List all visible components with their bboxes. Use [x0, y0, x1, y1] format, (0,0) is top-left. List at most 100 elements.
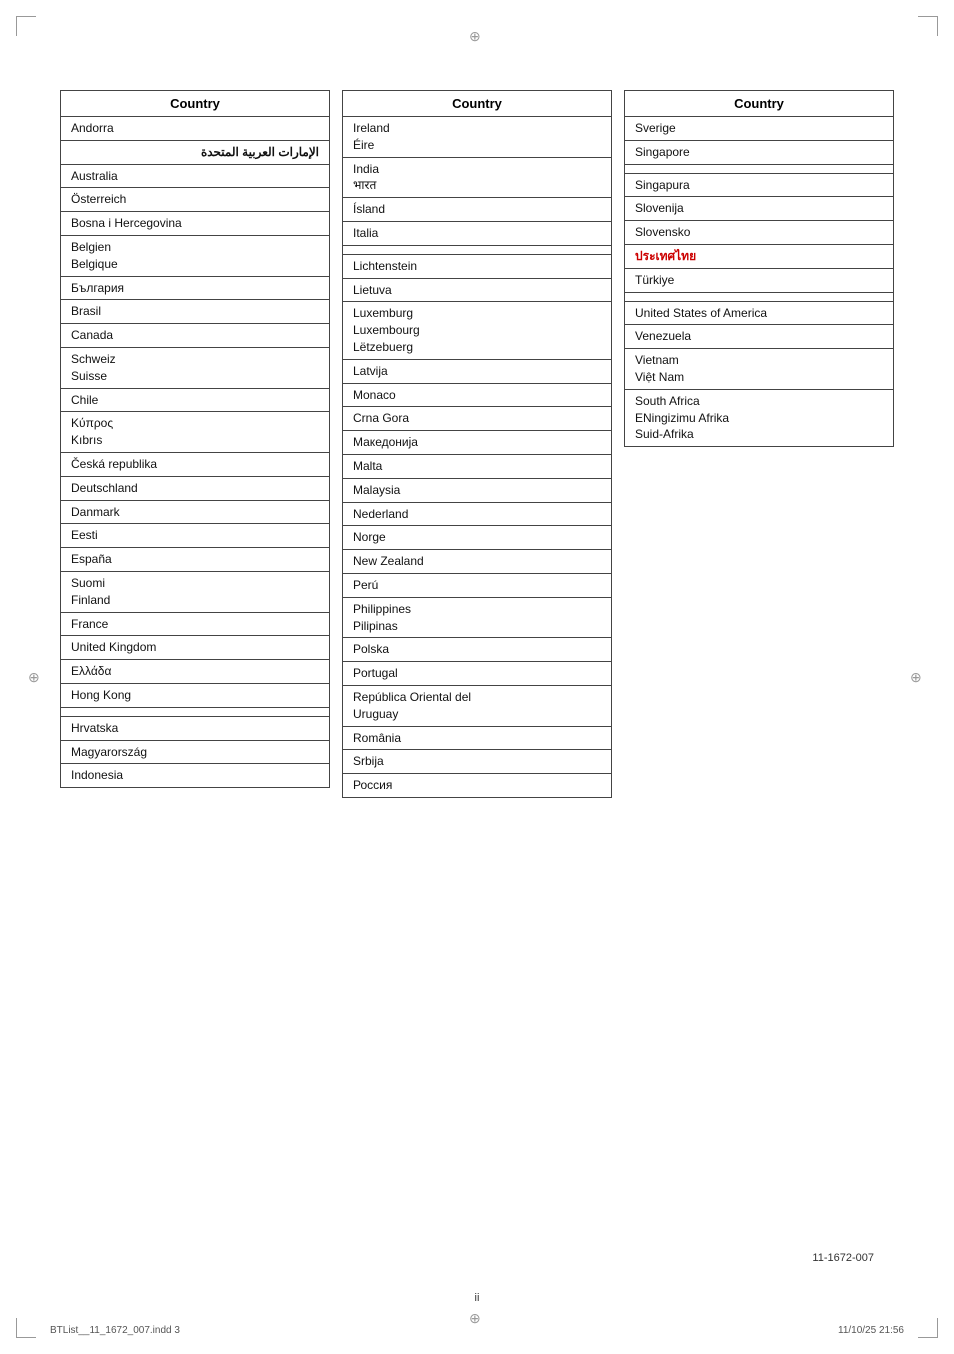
table-row: Perú [343, 573, 612, 597]
table-row: España [61, 548, 330, 572]
table-cell: Hong Kong [61, 683, 330, 707]
corner-mark-tr [918, 16, 938, 36]
table-row: Ελλάδα [61, 660, 330, 684]
table-row: Portugal [343, 662, 612, 686]
table-cell: LuxemburgLuxembourgLëtzebuerg [343, 302, 612, 359]
table-cell: Andorra [61, 117, 330, 141]
table-cell: Malta [343, 454, 612, 478]
table-cell: Malaysia [343, 478, 612, 502]
tables-container: CountryAndorraالإمارات العربية المتحدةAu… [60, 90, 894, 798]
table-row: Srbija [343, 750, 612, 774]
table-row: Slovenija [625, 197, 894, 221]
table-cell: VietnamViệt Nam [625, 349, 894, 390]
table-row: Македонија [343, 431, 612, 455]
table-row: Deutschland [61, 476, 330, 500]
table-row: IrelandÉire [343, 117, 612, 158]
table-cell: Česká republika [61, 452, 330, 476]
table-cell: Österreich [61, 188, 330, 212]
table-row: BelgienBelgique [61, 235, 330, 276]
table-row: България [61, 276, 330, 300]
table-cell: Norge [343, 526, 612, 550]
table-row: ประเทศไทย [625, 244, 894, 268]
table-cell: United States of America [625, 301, 894, 325]
table-cell: Chile [61, 388, 330, 412]
table-row: Slovensko [625, 221, 894, 245]
table-row: Malta [343, 454, 612, 478]
table-row: Hong Kong [61, 683, 330, 707]
table-cell: PhilippinesPilipinas [343, 597, 612, 638]
table-row: Italia [343, 221, 612, 245]
doc-number: 11-1672-007 [812, 1252, 874, 1264]
table-row: Türkiye [625, 268, 894, 292]
table-cell: ประเทศไทย [625, 244, 894, 268]
table-row: Danmark [61, 500, 330, 524]
table-row: Bosna i Hercegovina [61, 212, 330, 236]
date-stamp: 11/10/25 21:56 [838, 1325, 904, 1336]
table-cell: BelgienBelgique [61, 235, 330, 276]
table-cell [625, 292, 894, 301]
table-row: Eesti [61, 524, 330, 548]
table-cell: България [61, 276, 330, 300]
table-row [343, 245, 612, 254]
table-cell: Danmark [61, 500, 330, 524]
table-row: Singapore [625, 140, 894, 164]
table-row: Ísland [343, 198, 612, 222]
country-table-col3: CountrySverigeSingapore SingapuraSlovenij… [624, 90, 894, 447]
table-cell: España [61, 548, 330, 572]
table-row: Brasil [61, 300, 330, 324]
table-row: Sverige [625, 117, 894, 141]
table-row: LuxemburgLuxembourgLëtzebuerg [343, 302, 612, 359]
table-header-col3: Country [625, 91, 894, 117]
table-row [625, 292, 894, 301]
table-cell: South AfricaENingizimu AfrikaSuid-Afrika [625, 389, 894, 446]
table-cell: Canada [61, 324, 330, 348]
table-row: Lichtenstein [343, 254, 612, 278]
page-number: ii [475, 1292, 480, 1304]
table-cell: SchweizSuisse [61, 347, 330, 388]
table-row: PhilippinesPilipinas [343, 597, 612, 638]
table-row: Indonesia [61, 764, 330, 788]
table-cell: Sverige [625, 117, 894, 141]
table-header-col1: Country [61, 91, 330, 117]
table-cell: Nederland [343, 502, 612, 526]
table-cell: Slovenija [625, 197, 894, 221]
table-row: Australia [61, 164, 330, 188]
table-cell: Türkiye [625, 268, 894, 292]
table-cell: República Oriental delUruguay [343, 685, 612, 726]
table-cell: Singapore [625, 140, 894, 164]
main-content: CountryAndorraالإمارات العربية المتحدةAu… [60, 90, 894, 1234]
table-cell: Indiaभारत [343, 157, 612, 198]
table-row: VietnamViệt Nam [625, 349, 894, 390]
table-row: الإمارات العربية المتحدة [61, 140, 330, 164]
table-row [625, 164, 894, 173]
table-row: Crna Gora [343, 407, 612, 431]
table-row: Malaysia [343, 478, 612, 502]
reg-mark-right [910, 669, 926, 685]
table-row: Singapura [625, 173, 894, 197]
table-row: SuomiFinland [61, 571, 330, 612]
table-row: Magyarország [61, 740, 330, 764]
country-table-col2: CountryIrelandÉireIndiaभारतÍslandItaliaL… [342, 90, 612, 798]
table-row: Andorra [61, 117, 330, 141]
table-row: Österreich [61, 188, 330, 212]
table-row: United Kingdom [61, 636, 330, 660]
table-cell [625, 164, 894, 173]
table-row: Canada [61, 324, 330, 348]
table-row: Polska [343, 638, 612, 662]
table-cell: Hrvatska [61, 716, 330, 740]
corner-mark-tl [16, 16, 36, 36]
table-cell: Latvija [343, 359, 612, 383]
table-row: New Zealand [343, 550, 612, 574]
table-cell: Polska [343, 638, 612, 662]
table-cell: Perú [343, 573, 612, 597]
table-cell: SuomiFinland [61, 571, 330, 612]
table-cell: Srbija [343, 750, 612, 774]
table-row: ΚύπροςKıbrıs [61, 412, 330, 453]
table-cell: Lietuva [343, 278, 612, 302]
table-cell: ΚύπροςKıbrıs [61, 412, 330, 453]
table-row: Россия [343, 774, 612, 798]
table-cell: Slovensko [625, 221, 894, 245]
table-row: Česká republika [61, 452, 330, 476]
table-cell: România [343, 726, 612, 750]
table-cell: Magyarország [61, 740, 330, 764]
